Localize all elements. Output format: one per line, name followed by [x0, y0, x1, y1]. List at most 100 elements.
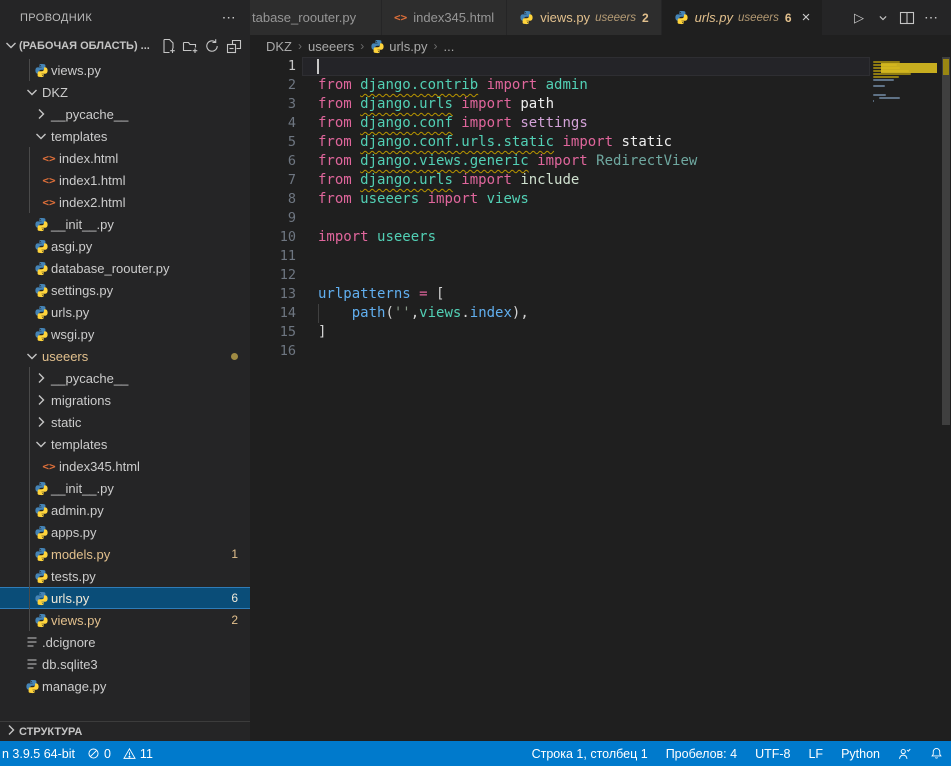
chevron-down-small-button[interactable]	[873, 7, 893, 29]
status-feedback[interactable]	[898, 747, 912, 761]
collapse-all-icon[interactable]	[226, 38, 242, 54]
code-line-1[interactable]: 1	[250, 57, 870, 76]
workspace-section-header[interactable]: (РАБОЧАЯ ОБЛАСТЬ) ...	[0, 35, 250, 57]
status-warnings-count[interactable]: 11	[123, 747, 153, 761]
code-line-4[interactable]: 4from django.conf import settings	[250, 114, 870, 133]
ellipsis-button[interactable]: ⋯	[921, 7, 941, 29]
tree-item-DKZ[interactable]: DKZ	[0, 81, 250, 103]
tree-item-apps.py[interactable]: apps.py	[0, 521, 250, 543]
tree-item-label: views.py	[51, 613, 101, 628]
run-icon[interactable]: ▷	[854, 10, 864, 26]
status-errors-count[interactable]: 0	[87, 747, 111, 761]
minimap-line	[873, 100, 874, 102]
tree-item-useeers[interactable]: useeers	[0, 345, 250, 367]
tab-views.py[interactable]: views.pyuseeers2	[507, 0, 661, 35]
tree-item-.dcignore[interactable]: .dcignore	[0, 631, 250, 653]
code-line-6[interactable]: 6from django.views.generic import Redire…	[250, 152, 870, 171]
status-eol[interactable]: LF	[808, 747, 823, 761]
code-line-text	[296, 342, 318, 361]
code-line-3[interactable]: 3from django.urls import path	[250, 95, 870, 114]
status-python-interpreter[interactable]: n 3.9.5 64-bit	[2, 747, 75, 761]
tree-item--pycache-[interactable]: __pycache__	[0, 103, 250, 125]
code-line-9[interactable]: 9	[250, 209, 870, 228]
tree-item-views.py[interactable]: views.py2	[0, 609, 250, 631]
tree-item--pycache-[interactable]: __pycache__	[0, 367, 250, 389]
tree-item-templates[interactable]: templates	[0, 125, 250, 147]
tab-tabase-roouter.py[interactable]: tabase_roouter.py	[250, 0, 382, 35]
tree-item-models.py[interactable]: models.py1	[0, 543, 250, 565]
tree-item-urls.py[interactable]: urls.py6	[0, 587, 250, 609]
tree-item-settings.py[interactable]: settings.py	[0, 279, 250, 301]
tree-item-admin.py[interactable]: admin.py	[0, 499, 250, 521]
status-indentation[interactable]: Пробелов: 4	[666, 747, 737, 761]
new-file-icon[interactable]	[160, 38, 176, 54]
status-encoding[interactable]: UTF-8	[755, 747, 790, 761]
tree-item-migrations[interactable]: migrations	[0, 389, 250, 411]
tree-item-label: __init__.py	[51, 217, 114, 232]
status-cursor-position[interactable]: Строка 1, столбец 1	[532, 747, 648, 761]
code-line-14[interactable]: 14 path('',views.index),	[250, 304, 870, 323]
tree-item-views.py[interactable]: views.py	[0, 59, 250, 81]
problems-badge: 6	[231, 591, 238, 605]
code-line-2[interactable]: 2from django.contrib import admin	[250, 76, 870, 95]
code-line-11[interactable]: 11	[250, 247, 870, 266]
tree-item-wsgi.py[interactable]: wsgi.py	[0, 323, 250, 345]
code-line-10[interactable]: 10import useeers	[250, 228, 870, 247]
tree-item-db.sqlite3[interactable]: db.sqlite3	[0, 653, 250, 675]
tree-item-asgi.py[interactable]: asgi.py	[0, 235, 250, 257]
tree-item-urls.py[interactable]: urls.py	[0, 301, 250, 323]
split-editor-icon[interactable]	[899, 10, 915, 26]
chevron-down-small-icon[interactable]	[878, 13, 888, 23]
breadcrumb-item[interactable]: DKZ	[266, 39, 292, 54]
status-language-mode[interactable]: Python	[841, 747, 880, 761]
breadcrumb-item[interactable]: urls.py	[370, 39, 427, 54]
tree-item-index1.html[interactable]: <>index1.html	[0, 169, 250, 191]
new-folder-icon[interactable]	[182, 38, 198, 54]
tree-item--init-.py[interactable]: __init__.py	[0, 477, 250, 499]
split-editor-button[interactable]	[897, 7, 917, 29]
code-editor[interactable]: 12from django.contrib import admin3from …	[250, 57, 951, 741]
code-line-7[interactable]: 7from django.urls import include	[250, 171, 870, 190]
tab-urls.py[interactable]: urls.pyuseeers6×	[662, 0, 824, 35]
code-line-15[interactable]: 15]	[250, 323, 870, 342]
tree-item-index345.html[interactable]: <>index345.html	[0, 455, 250, 477]
code-line-text: import useeers	[296, 228, 436, 247]
chevron-down-icon	[3, 37, 19, 53]
refresh-icon[interactable]	[204, 38, 220, 54]
run-button[interactable]: ▷	[849, 7, 869, 29]
chevron-right-icon	[33, 414, 49, 430]
python-icon	[25, 679, 40, 694]
tree-item-static[interactable]: static	[0, 411, 250, 433]
python-icon	[34, 239, 49, 254]
tab-index345.html[interactable]: <>index345.html	[382, 0, 507, 35]
tree-item-label: index2.html	[59, 195, 125, 210]
ellipsis-icon[interactable]: ⋯	[924, 9, 938, 26]
tree-item--init-.py[interactable]: __init__.py	[0, 213, 250, 235]
outline-section-header[interactable]: СТРУКТУРА	[0, 721, 250, 741]
line-number: 3	[250, 95, 296, 114]
code-line-8[interactable]: 8from useeers import views	[250, 190, 870, 209]
code-line-13[interactable]: 13urlpatterns = [	[250, 285, 870, 304]
code-line-5[interactable]: 5from django.conf.urls.static import sta…	[250, 133, 870, 152]
tree-item-tests.py[interactable]: tests.py	[0, 565, 250, 587]
tree-item-label: tests.py	[51, 569, 96, 584]
code-line-text: from django.conf.urls.static import stat…	[296, 133, 672, 152]
tree-item-database-roouter.py[interactable]: database_roouter.py	[0, 257, 250, 279]
status-notifications[interactable]	[930, 747, 943, 760]
minimap[interactable]	[871, 57, 940, 177]
scrollbar-thumb[interactable]	[942, 57, 950, 425]
breadcrumb-item[interactable]: ...	[444, 39, 455, 54]
tree-item-label: __init__.py	[51, 481, 114, 496]
code-line-12[interactable]: 12	[250, 266, 870, 285]
explorer-more-actions-icon[interactable]: ⋯	[222, 9, 236, 26]
tree-item-manage.py[interactable]: manage.py	[0, 675, 250, 697]
tree-item-templates[interactable]: templates	[0, 433, 250, 455]
tree-item-index.html[interactable]: <>index.html	[0, 147, 250, 169]
breadcrumb-item[interactable]: useeers	[308, 39, 354, 54]
tree-item-label: __pycache__	[51, 371, 128, 386]
editor-scrollbar[interactable]	[941, 57, 951, 741]
close-icon[interactable]: ×	[802, 9, 811, 26]
workspace-section-label: (РАБОЧАЯ ОБЛАСТЬ) ...	[19, 40, 150, 52]
tree-item-index2.html[interactable]: <>index2.html	[0, 191, 250, 213]
code-line-16[interactable]: 16	[250, 342, 870, 361]
